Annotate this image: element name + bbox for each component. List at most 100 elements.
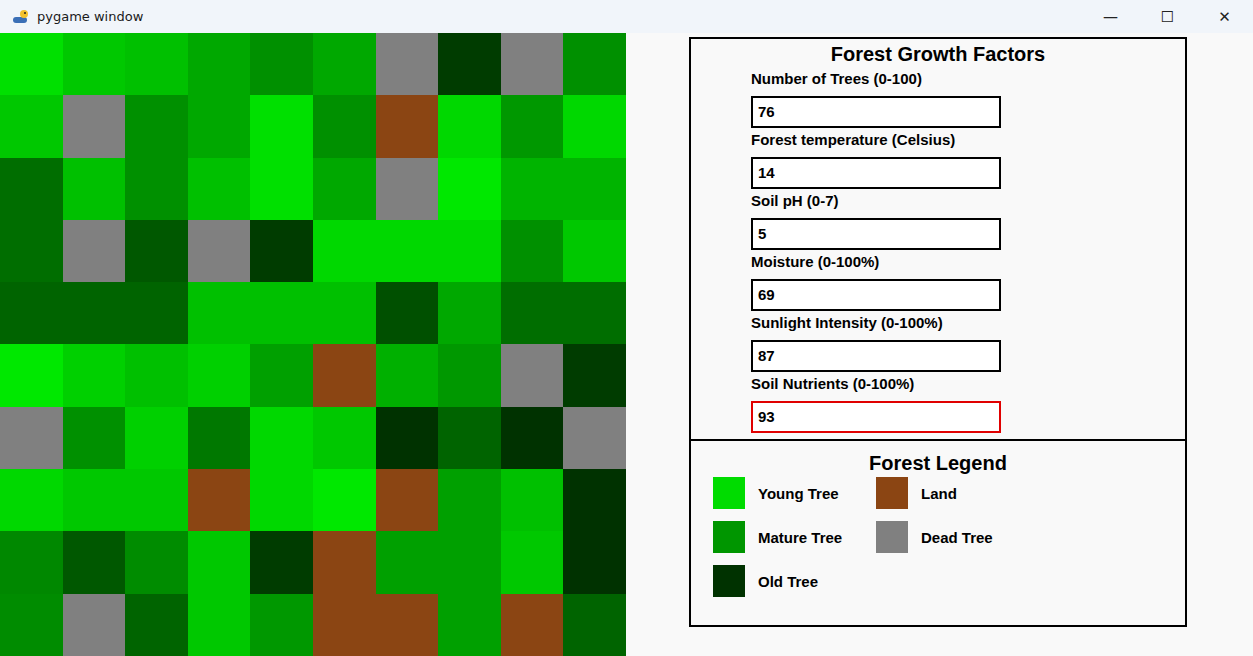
forest-cell: [438, 95, 501, 157]
forest-cell: [501, 220, 564, 282]
forest-cell: [438, 594, 501, 656]
forest-cell: [250, 220, 313, 282]
legend-label: Land: [921, 485, 957, 502]
forest-cell: [376, 469, 439, 531]
forest-cell: [438, 531, 501, 593]
forest-cell: [563, 594, 626, 656]
forest-cell: [501, 95, 564, 157]
legend-swatch: [713, 565, 745, 597]
forest-cell: [376, 344, 439, 406]
title-bar: pygame window—☐✕: [0, 0, 1253, 33]
forest-cell: [313, 469, 376, 531]
forest-cell: [0, 531, 63, 593]
forest-cell: [63, 407, 126, 469]
forest-cell: [438, 407, 501, 469]
forest-cell: [376, 282, 439, 344]
field-input[interactable]: 76: [751, 96, 1001, 128]
field-label: Forest temperature (Celsius): [751, 130, 1185, 150]
window-control-button[interactable]: —: [1082, 0, 1139, 33]
legend-item: Old Tree: [713, 565, 876, 597]
forest-cell: [188, 531, 251, 593]
legend-label: Old Tree: [758, 573, 818, 590]
factor-field: Sunlight Intensity (0-100%) 87: [751, 313, 1185, 372]
forest-cell: [188, 158, 251, 220]
field-input[interactable]: 14: [751, 157, 1001, 189]
forest-cell: [63, 220, 126, 282]
forest-cell: [250, 531, 313, 593]
factor-field: Soil Nutrients (0-100%)93: [751, 374, 1185, 433]
forest-cell: [563, 407, 626, 469]
forest-cell: [0, 594, 63, 656]
forest-cell: [376, 158, 439, 220]
forest-cell: [63, 158, 126, 220]
forest-cell: [563, 469, 626, 531]
pygame-icon: [12, 8, 30, 26]
forest-cell: [125, 95, 188, 157]
forest-cell: [563, 95, 626, 157]
forest-cell: [188, 95, 251, 157]
forest-cell: [501, 469, 564, 531]
forest-grid: [0, 33, 626, 656]
forest-cell: [125, 282, 188, 344]
legend-swatch: [713, 521, 745, 553]
forest-cell: [563, 33, 626, 95]
forest-cell: [376, 531, 439, 593]
field-input[interactable]: 69: [751, 279, 1001, 311]
window-title: pygame window: [37, 9, 1082, 24]
forest-cell: [501, 531, 564, 593]
forest-cell: [63, 531, 126, 593]
legend-label: Young Tree: [758, 485, 839, 502]
forest-cell: [438, 282, 501, 344]
forest-cell: [125, 33, 188, 95]
side-panel: Forest Growth FactorsNumber of Trees (0-…: [626, 33, 1253, 656]
forest-cell: [313, 344, 376, 406]
field-input[interactable]: 5: [751, 218, 1001, 250]
window-control-button[interactable]: ✕: [1196, 0, 1253, 33]
factors-title: Forest Growth Factors: [691, 39, 1185, 67]
forest-cell: [376, 33, 439, 95]
forest-cell: [125, 407, 188, 469]
legend-label: Mature Tree: [758, 529, 842, 546]
forest-cell: [125, 594, 188, 656]
forest-cell: [563, 344, 626, 406]
forest-cell: [313, 407, 376, 469]
forest-cell: [501, 158, 564, 220]
forest-cell: [313, 531, 376, 593]
forest-cell: [188, 469, 251, 531]
forest-cell: [501, 594, 564, 656]
factors-box: Forest Growth FactorsNumber of Trees (0-…: [689, 37, 1187, 441]
forest-cell: [188, 344, 251, 406]
forest-cell: [250, 33, 313, 95]
field-input[interactable]: 87: [751, 340, 1001, 372]
factor-field: Forest temperature (Celsius) 14: [751, 130, 1185, 189]
field-label: Sunlight Intensity (0-100%): [751, 313, 1185, 333]
field-input[interactable]: 93: [751, 401, 1001, 433]
forest-cell: [501, 33, 564, 95]
legend-item: Land: [876, 477, 1039, 509]
forest-cell: [0, 158, 63, 220]
forest-cell: [188, 594, 251, 656]
field-label: Number of Trees (0-100): [751, 69, 1185, 89]
main: Forest Growth FactorsNumber of Trees (0-…: [0, 33, 1253, 656]
forest-cell: [376, 95, 439, 157]
forest-cell: [376, 220, 439, 282]
forest-cell: [63, 282, 126, 344]
forest-cell: [501, 407, 564, 469]
window-control-button[interactable]: ☐: [1139, 0, 1196, 33]
forest-cell: [313, 282, 376, 344]
forest-cell: [313, 158, 376, 220]
legend-item: Mature Tree: [713, 521, 876, 553]
forest-cell: [63, 469, 126, 531]
forest-cell: [313, 95, 376, 157]
window-controls: —☐✕: [1082, 0, 1253, 33]
forest-cell: [0, 407, 63, 469]
legend-swatch: [876, 477, 908, 509]
forest-cell: [188, 220, 251, 282]
forest-cell: [563, 531, 626, 593]
factor-field: Soil pH (0-7)5: [751, 191, 1185, 250]
forest-cell: [501, 344, 564, 406]
forest-cell: [63, 33, 126, 95]
forest-cell: [313, 220, 376, 282]
forest-cell: [438, 220, 501, 282]
legend-item: Dead Tree: [876, 521, 1039, 553]
